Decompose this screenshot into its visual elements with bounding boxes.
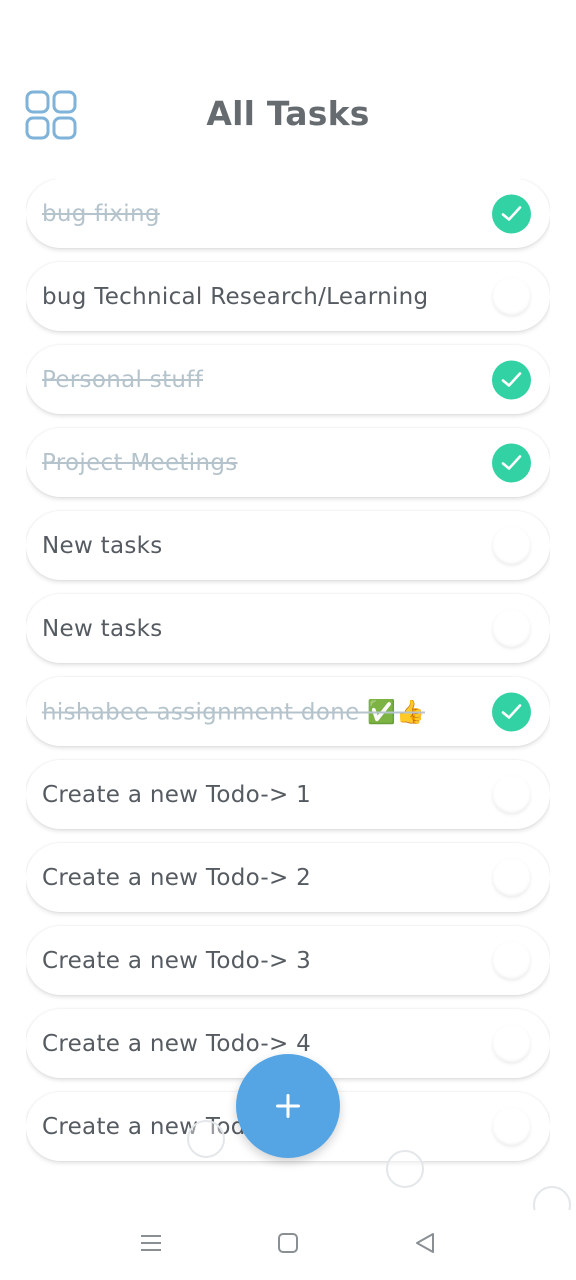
task-item[interactable]: Create a new Todo-> 2 [26, 843, 550, 912]
menu-icon[interactable] [140, 1232, 162, 1258]
task-item[interactable]: Create a new Todo-> 1 [26, 760, 550, 829]
task-label: Create a new Todo-> 4 [42, 1030, 312, 1057]
task-item[interactable]: Project Meetings [26, 428, 550, 497]
plus-icon [276, 1094, 300, 1118]
task-label: Create a new Todo-> 2 [42, 864, 312, 891]
task-label: bug Technical Research/Learning [42, 283, 429, 310]
task-checkbox-checked[interactable] [492, 194, 531, 233]
task-item[interactable]: bug Technical Research/Learning [26, 262, 550, 331]
task-item[interactable]: bug fixing [26, 179, 550, 248]
task-checkbox[interactable] [492, 941, 531, 980]
task-item[interactable]: hishabee assignment done ✅👍 [26, 677, 550, 746]
task-list: bug fixing bug Technical Research/Learnin… [26, 179, 550, 1179]
checkmark-icon [501, 703, 522, 719]
task-checkbox[interactable] [492, 526, 531, 565]
task-checkbox[interactable] [492, 775, 531, 814]
task-label: Create a new Todo-> 1 [42, 781, 312, 808]
task-label: New tasks [42, 615, 163, 642]
task-checkbox[interactable] [492, 1024, 531, 1063]
task-label: Create a new Todo-> 3 [42, 947, 312, 974]
home-square-icon[interactable] [277, 1232, 299, 1258]
task-checkbox-checked[interactable] [492, 692, 531, 731]
task-item[interactable]: Personal stuff [26, 345, 550, 414]
task-label: bug fixing [42, 200, 160, 227]
add-task-button[interactable] [236, 1054, 340, 1158]
checkmark-icon [501, 371, 522, 387]
task-checkbox-checked[interactable] [492, 443, 531, 482]
system-navbar [0, 1210, 576, 1280]
page-title: All Tasks [206, 94, 370, 133]
task-checkbox[interactable] [492, 277, 531, 316]
task-checkbox[interactable] [492, 858, 531, 897]
task-label: Project Meetings [42, 449, 238, 476]
touch-indicator [187, 1120, 225, 1158]
back-triangle-icon[interactable] [414, 1232, 436, 1258]
task-checkbox-checked[interactable] [492, 360, 531, 399]
task-label: Personal stuff [42, 366, 204, 393]
task-label: New tasks [42, 532, 163, 559]
task-item[interactable]: Create a new Todo-> 3 [26, 926, 550, 995]
task-checkbox[interactable] [492, 1107, 531, 1146]
task-checkbox[interactable] [492, 609, 531, 648]
app-header: All Tasks [0, 80, 576, 152]
task-item[interactable]: New tasks [26, 511, 550, 580]
touch-indicator [386, 1150, 424, 1188]
checkmark-icon [501, 454, 522, 470]
task-item[interactable]: New tasks [26, 594, 550, 663]
checkmark-icon [501, 205, 522, 221]
task-label: hishabee assignment done ✅👍 [42, 699, 426, 725]
